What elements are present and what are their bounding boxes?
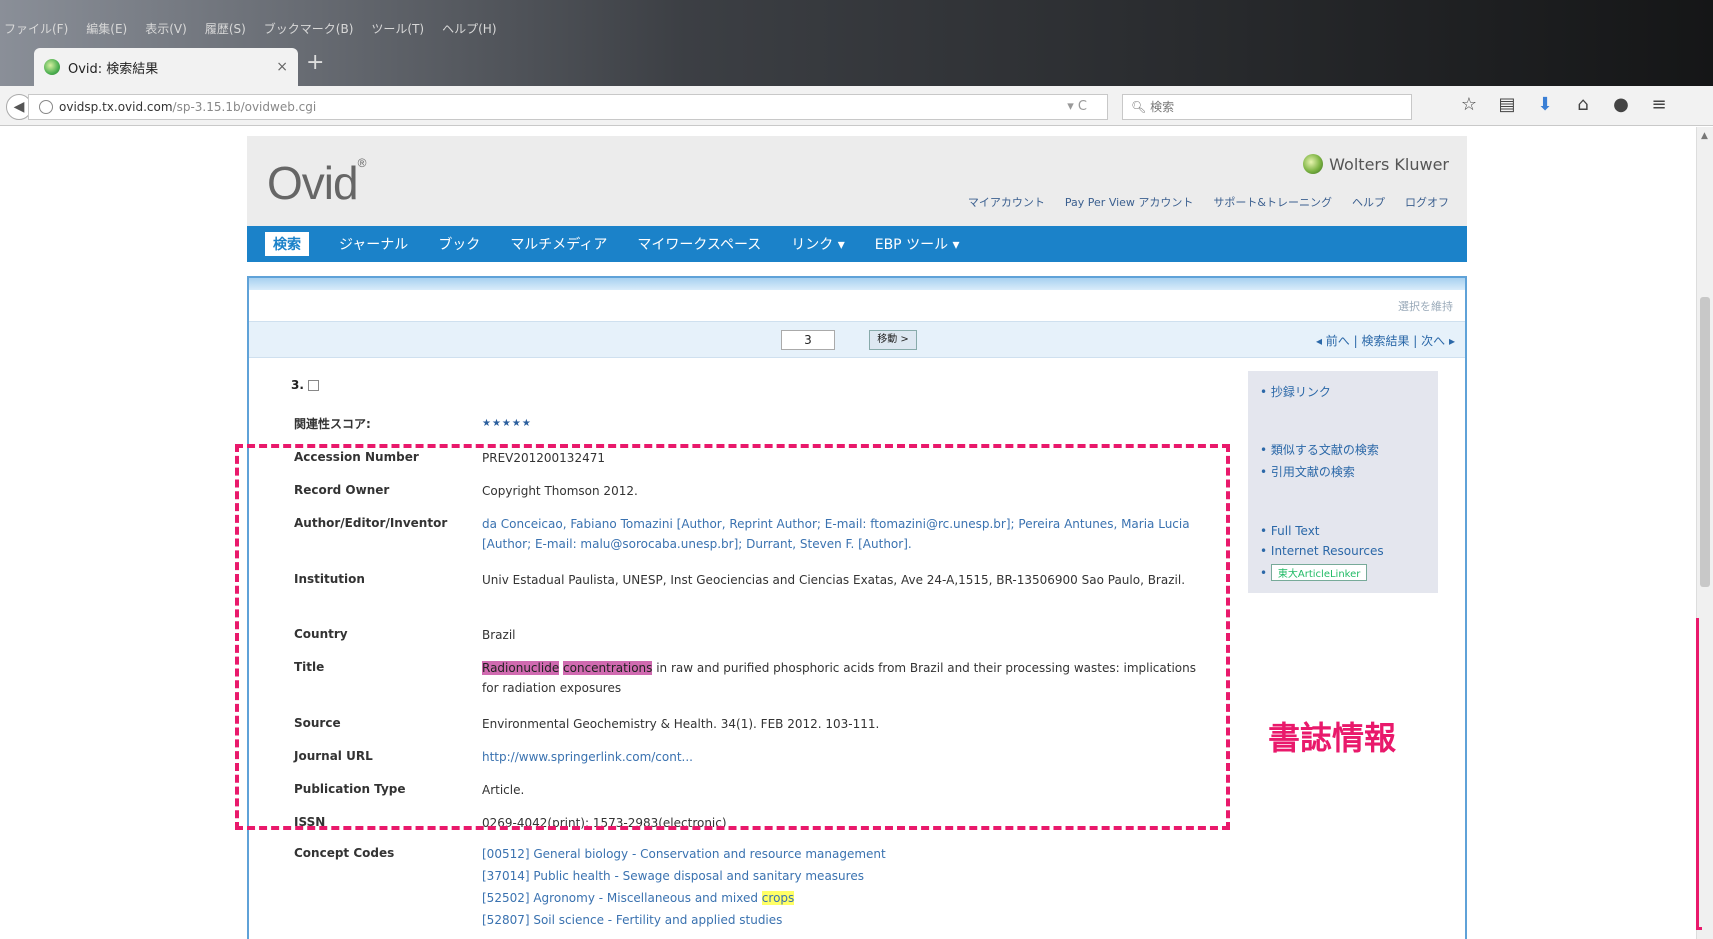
abstract-link[interactable]: 抄録リンク — [1260, 383, 1331, 400]
reading-list-icon[interactable]: ▤ — [1496, 94, 1518, 115]
ovid-logo-text: Ovid — [267, 157, 359, 209]
menu-help[interactable]: ヘルプ(H) — [442, 20, 496, 40]
record-checkbox[interactable] — [307, 380, 319, 391]
nav-multimedia[interactable]: マルチメディア — [510, 234, 607, 254]
articlelinker-badge: 東大ArticleLinker — [1270, 564, 1368, 581]
field-label: Concept Codes — [294, 846, 395, 860]
main-navigation: 検索 ジャーナル ブック マルチメディア マイワークスペース リンク ▾ EBP… — [247, 226, 1467, 262]
download-icon[interactable]: ⬇ — [1534, 94, 1556, 115]
support-link[interactable]: サポート&トレーニング — [1213, 194, 1332, 210]
nav-books[interactable]: ブック — [438, 234, 480, 254]
logoff-link[interactable]: ログオフ — [1405, 194, 1449, 210]
related-links-box: 抄録リンク 類似する文献の検索 引用文献の検索 Full Text Intern… — [1248, 371, 1438, 593]
menu-bookmarks[interactable]: ブックマーク(B) — [264, 20, 354, 40]
prev-link[interactable]: ◂ 前へ — [1316, 334, 1350, 348]
concept-code-link[interactable]: [52502] Agronomy - Miscellaneous and mix… — [482, 888, 1212, 908]
record-pager: 3 移動 > ◂ 前へ | 検索結果 | 次へ ▸ — [249, 322, 1465, 358]
bookmark-star-icon[interactable]: ☆ — [1458, 94, 1480, 115]
results-link[interactable]: 検索結果 — [1361, 334, 1409, 348]
nav-journals[interactable]: ジャーナル — [339, 234, 408, 254]
help-link[interactable]: ヘルプ — [1352, 194, 1385, 210]
scrollbar-thumb[interactable] — [1700, 297, 1710, 587]
menu-file[interactable]: ファイル(F) — [4, 20, 68, 40]
concept-code-text: [52502] Agronomy - Miscellaneous and mix… — [482, 891, 762, 905]
record-number-text: 3. — [291, 378, 304, 392]
bibliographic-info-annotation: 書誌情報 — [1268, 719, 1397, 757]
hamburger-menu-icon[interactable]: ≡ — [1648, 94, 1670, 115]
go-button[interactable]: 移動 > — [869, 330, 917, 350]
url-path: /sp-3.15.1b/ovidweb.cgi — [172, 100, 317, 114]
menu-bar: ファイル(F) 編集(E) 表示(V) 履歴(S) ブックマーク(B) ツール(… — [4, 20, 497, 40]
chat-icon[interactable]: ● — [1610, 94, 1632, 115]
home-icon[interactable]: ⌂ — [1572, 94, 1594, 115]
nav-my-workspace[interactable]: マイワークスペース — [637, 234, 761, 254]
tab-title: Ovid: 検索結果 — [68, 61, 159, 77]
nav-search[interactable]: 検索 — [265, 232, 309, 256]
relevance-stars: ★★★★★ — [482, 418, 532, 429]
search-placeholder: 検索 — [1150, 100, 1175, 114]
concept-code-link[interactable]: [00512] General biology - Conservation a… — [482, 844, 1212, 864]
menu-tools[interactable]: ツール(T) — [371, 20, 424, 40]
globe-icon — [39, 100, 53, 114]
menu-history[interactable]: 履歴(S) — [205, 20, 246, 40]
ovid-favicon-icon — [44, 59, 60, 75]
ovid-logo[interactable]: Ovid® — [267, 156, 366, 210]
navigation-toolbar: ◀ ovidsp.tx.ovid.com/sp-3.15.1b/ovidweb.… — [0, 86, 1713, 126]
url-domain: ovidsp.tx.ovid.com — [59, 100, 173, 114]
nav-ebp-tools[interactable]: EBP ツール ▾ — [875, 234, 960, 254]
panel-top-bar — [249, 278, 1465, 290]
close-tab-icon[interactable]: × — [276, 59, 288, 75]
ppv-account-link[interactable]: Pay Per View アカウント — [1065, 194, 1194, 210]
toolbar-icons: ☆ ▤ ⬇ ⌂ ● ≡ — [1458, 94, 1670, 115]
record-number-input[interactable]: 3 — [781, 330, 835, 350]
next-link[interactable]: 次へ ▸ — [1421, 334, 1455, 348]
menu-view[interactable]: 表示(V) — [145, 20, 187, 40]
pager-links: ◂ 前へ | 検索結果 | 次へ ▸ — [1315, 334, 1455, 348]
wolters-kluwer-icon — [1303, 154, 1324, 174]
nav-links[interactable]: リンク ▾ — [791, 234, 844, 254]
address-bar[interactable]: ovidsp.tx.ovid.com/sp-3.15.1b/ovidweb.cg… — [28, 94, 1108, 120]
full-text-link[interactable]: Full Text — [1260, 524, 1320, 538]
record-number: 3. — [291, 378, 319, 392]
browser-tab[interactable]: Ovid: 検索結果 × — [34, 48, 298, 86]
ovid-header: Ovid® Wolters Kluwer マイアカウント Pay Per Vie… — [247, 136, 1467, 226]
new-tab-button[interactable]: + — [306, 50, 324, 75]
browser-titlebar: ファイル(F) 編集(E) 表示(V) 履歴(S) ブックマーク(B) ツール(… — [0, 0, 1713, 86]
highlight-term: crops — [761, 891, 795, 905]
annotation-bracket — [1696, 618, 1702, 930]
browser-search-box[interactable]: 🔍︎ 検索 — [1122, 94, 1412, 120]
relevance-label: 関連性スコア: — [294, 417, 371, 431]
scroll-up-icon[interactable]: ▲ — [1701, 131, 1708, 141]
concept-code-link[interactable]: [37014] Public health - Sewage disposal … — [482, 866, 1212, 886]
hold-selection-row: 選択を維持 — [249, 290, 1465, 322]
reload-icon[interactable]: ▾ C — [1067, 95, 1087, 119]
menu-edit[interactable]: 編集(E) — [86, 20, 127, 40]
hold-selection-link[interactable]: 選択を維持 — [1398, 298, 1453, 314]
internet-resources-link[interactable]: Internet Resources — [1260, 544, 1384, 558]
brand-name: Wolters Kluwer — [1329, 154, 1449, 174]
concept-code-link[interactable]: [52807] Soil science - Fertility and app… — [482, 910, 1212, 930]
find-citing-link[interactable]: 引用文献の検索 — [1260, 463, 1355, 480]
articlelinker-button[interactable]: 東大ArticleLinker — [1260, 564, 1368, 581]
find-similar-link[interactable]: 類似する文献の検索 — [1260, 441, 1379, 458]
bibliographic-info-highlight-box — [235, 444, 1230, 830]
wolters-kluwer-logo: Wolters Kluwer — [1303, 154, 1449, 174]
my-account-link[interactable]: マイアカウント — [968, 194, 1045, 210]
account-links: マイアカウント Pay Per View アカウント サポート&トレーニング ヘ… — [968, 194, 1449, 210]
